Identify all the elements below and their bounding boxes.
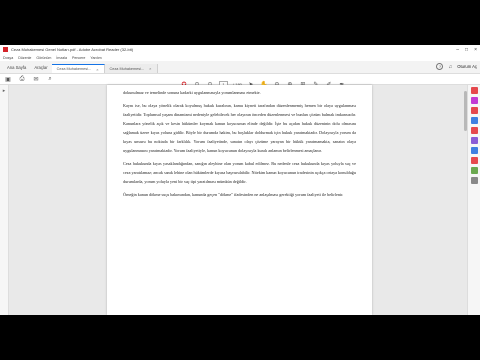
document-workspace: ▸ dokunulmaz ve temelinde sonuna kadarki… [0,85,480,315]
menu-view[interactable]: Görünüm [36,56,51,60]
print-icon[interactable]: ⎙ [18,76,26,83]
close-icon[interactable]: × [96,67,98,72]
tab-bar: Ana Sayfa Araçlar Ceza Muhakemesi... × C… [0,61,480,74]
fill-sign-icon[interactable] [470,147,478,154]
bell-icon[interactable]: ♫ [448,64,452,70]
minimize-button[interactable]: – [456,47,459,53]
email-icon[interactable]: ✉ [32,76,40,83]
right-tools-pane [467,85,480,315]
tab-document-2[interactable]: Ceza Muhakemesi... × [104,64,158,73]
acrobat-window: Ceza Muhakemesi Genel Notları.pdf - Adob… [0,45,480,315]
tab-document-1-label: Ceza Muhakemesi... [56,67,92,71]
tab-home[interactable]: Ana Sayfa [3,65,30,73]
more-tools-icon[interactable] [470,177,478,184]
send-for-comments-icon[interactable] [470,167,478,174]
signin-button[interactable]: Oturum Aç [457,64,477,69]
paragraph-0: dokunulmaz ve temelinde sonuna kadarki u… [123,90,261,95]
combine-files-icon[interactable] [470,127,478,134]
tab-tools[interactable]: Araçlar [30,65,51,73]
paragraph-3: Örneğin kanun dökme suçu bakımından, kan… [123,192,344,197]
create-pdf-icon[interactable] [470,97,478,104]
bookmark-icon[interactable]: ▸ [0,88,8,94]
menu-window[interactable]: Pencere [72,56,85,60]
maximize-button[interactable]: □ [465,47,468,53]
menu-bar: Dosya Düzenle Görünüm İmzala Pencere Yar… [0,54,480,61]
menu-sign[interactable]: İmzala [56,56,67,60]
export-pdf-icon[interactable] [470,87,478,94]
save-icon[interactable]: ▣ [4,76,12,83]
left-sidebar: ▸ [0,85,9,315]
tab-document-2-label: Ceza Muhakemesi... [109,66,145,71]
tab-document-1[interactable]: Ceza Muhakemesi... × [51,64,105,73]
paragraph-2: Ceza hukukunda kıyas yasaklandığından, s… [123,161,356,184]
search-icon[interactable]: ⌕ [46,76,54,83]
close-icon[interactable]: × [149,66,151,71]
menu-help[interactable]: Yardım [90,56,101,60]
protect-icon[interactable] [470,157,478,164]
title-bar: Ceza Muhakemesi Genel Notları.pdf - Adob… [0,45,480,54]
help-icon[interactable]: ? [436,63,444,70]
comment-icon[interactable] [470,117,478,124]
main-toolbar: ▣ ⎙ ✉ ⌕ ✪ ⊙ ⊙ 1 / 180 ➤ ✋ ⊖ ⊕ ⊞ ✎ ✐ ✒ [0,74,480,88]
window-title: Ceza Muhakemesi Genel Notları.pdf - Adob… [11,47,134,52]
menu-file[interactable]: Dosya [3,56,13,60]
menu-edit[interactable]: Düzenle [18,56,31,60]
pdf-page: dokunulmaz ve temelinde sonuna kadarki u… [107,85,372,315]
acrobat-logo-icon [3,47,8,52]
organize-pages-icon[interactable] [470,137,478,144]
window-controls: – □ × [456,47,477,53]
paragraph-1: Kaynı ise, bu olaya yönelik olarak koyul… [123,103,356,153]
account-area: ? ♫ Oturum Aç [436,63,477,70]
video-letterbox-top [0,0,480,45]
close-button[interactable]: × [474,47,477,53]
video-letterbox-bottom [0,315,480,360]
edit-pdf-icon[interactable] [470,107,478,114]
